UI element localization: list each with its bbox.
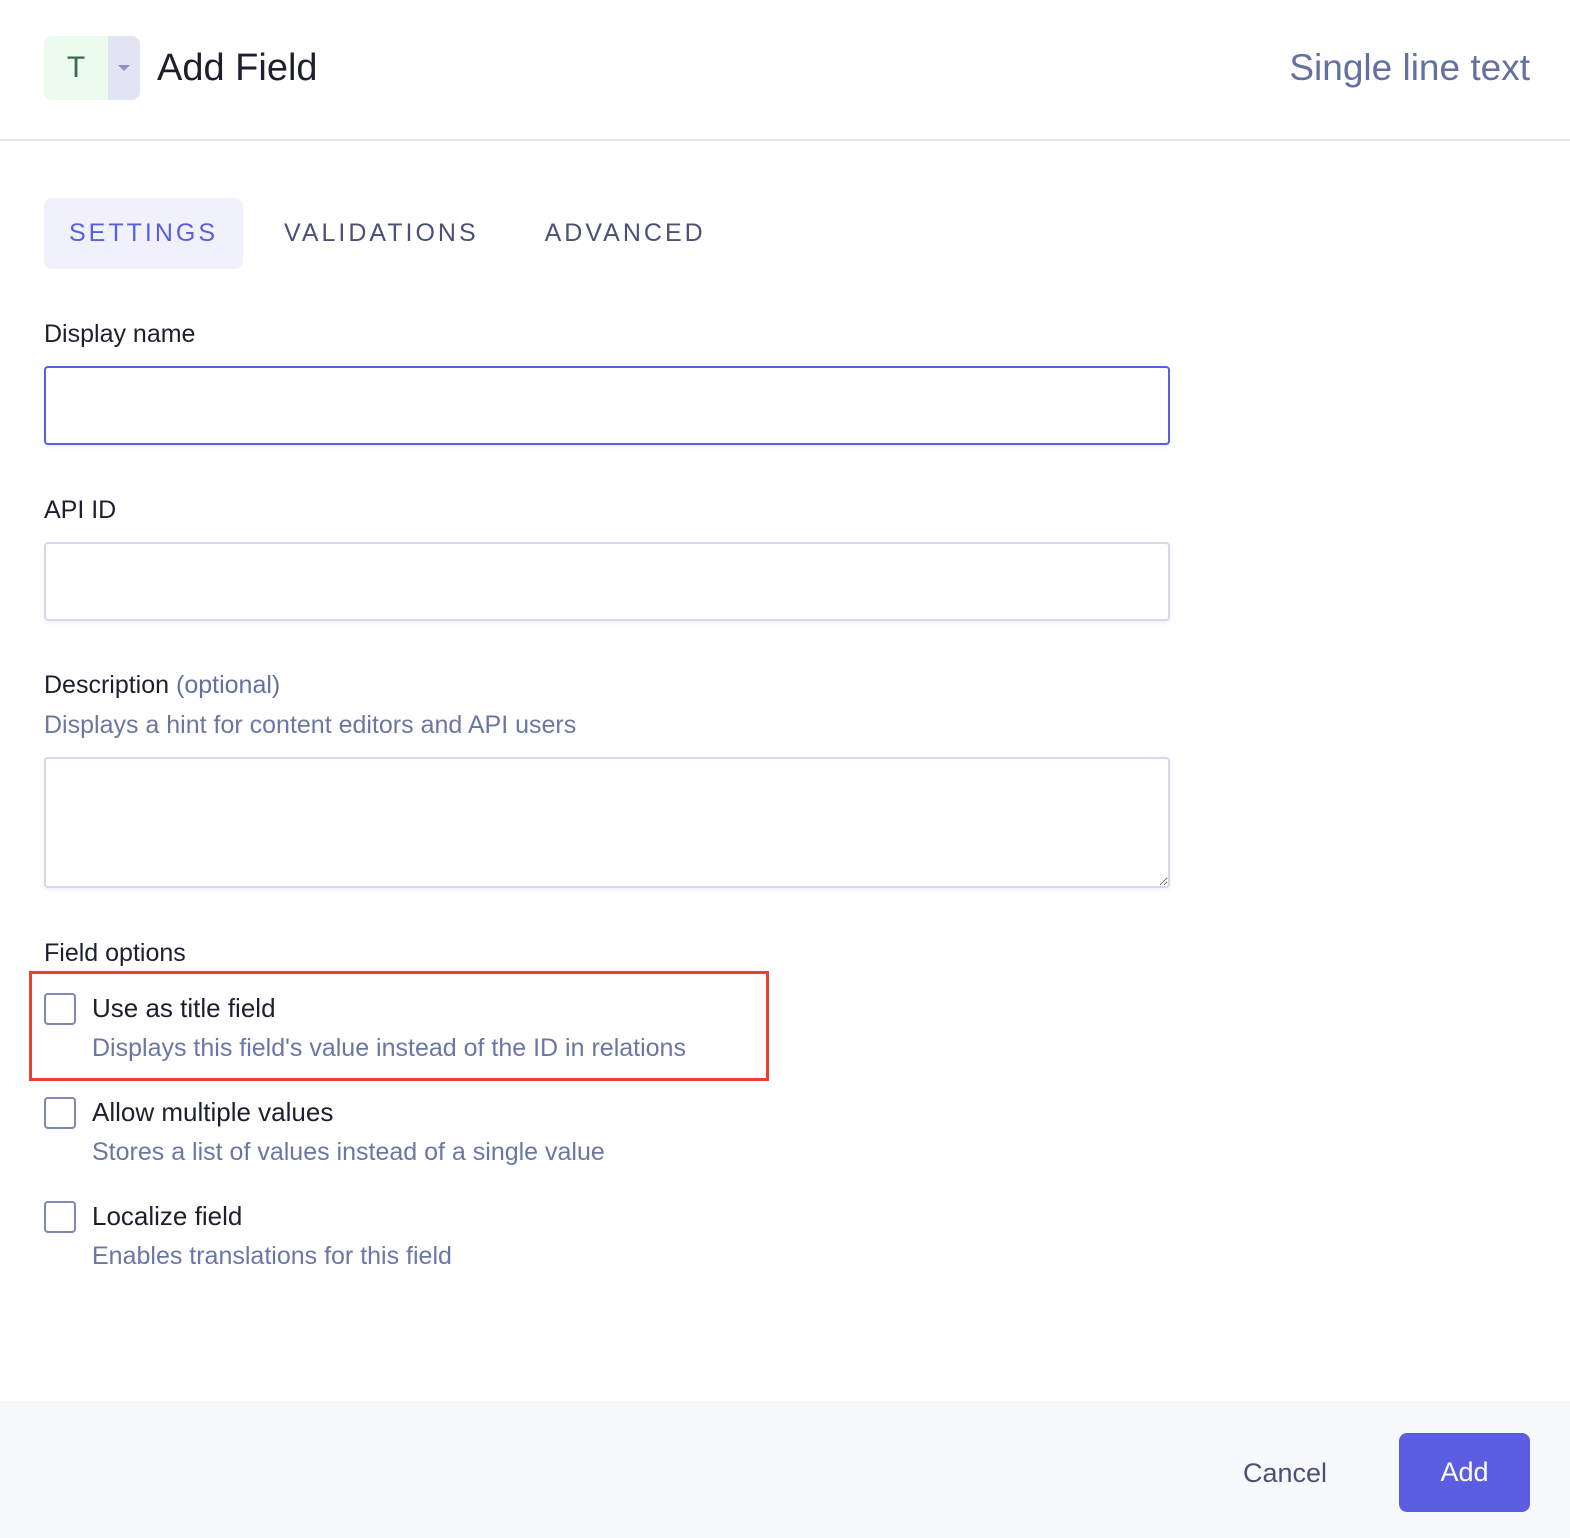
option-description: Displays this field's value instead of t… [92, 1034, 686, 1062]
dialog-footer: Cancel Add [0, 1401, 1570, 1538]
text-type-icon: T [44, 36, 108, 100]
add-button[interactable]: Add [1399, 1433, 1530, 1512]
option-label: Use as title field [92, 993, 276, 1023]
tab-bar: SETTINGS VALIDATIONS ADVANCED [44, 198, 747, 269]
description-label: Description (optional) [44, 669, 280, 701]
description-hint: Displays a hint for content editors and … [44, 711, 577, 739]
option-description: Stores a list of values instead of a sin… [92, 1138, 605, 1166]
localize-checkbox[interactable] [44, 1201, 76, 1233]
tab-advanced[interactable]: ADVANCED [520, 198, 731, 269]
type-dropdown-toggle[interactable] [108, 36, 140, 100]
dialog-title: Add Field [157, 47, 318, 89]
display-name-label: Display name [44, 320, 196, 348]
field-options-heading: Field options [44, 939, 186, 967]
option-label: Localize field [92, 1201, 243, 1231]
allow-multiple-checkbox[interactable] [44, 1097, 76, 1129]
use-as-title-checkbox[interactable] [44, 993, 76, 1025]
api-id-label: API ID [44, 496, 117, 524]
option-label: Allow multiple values [92, 1097, 334, 1127]
cancel-button[interactable]: Cancel [1220, 1433, 1350, 1513]
dialog-header: T Add Field Single line text [0, 0, 1570, 141]
tab-settings[interactable]: SETTINGS [44, 198, 244, 269]
display-name-input[interactable] [44, 366, 1170, 445]
caret-down-icon [118, 65, 130, 71]
field-type-label: Single line text [1289, 47, 1530, 88]
api-id-input[interactable] [44, 542, 1170, 621]
tab-validations[interactable]: VALIDATIONS [259, 198, 504, 269]
optional-tag: (optional) [176, 671, 281, 699]
description-label-text: Description [44, 671, 170, 699]
option-description: Enables translations for this field [92, 1242, 452, 1270]
field-type-switcher[interactable]: T [44, 36, 140, 100]
description-textarea[interactable] [44, 757, 1170, 888]
